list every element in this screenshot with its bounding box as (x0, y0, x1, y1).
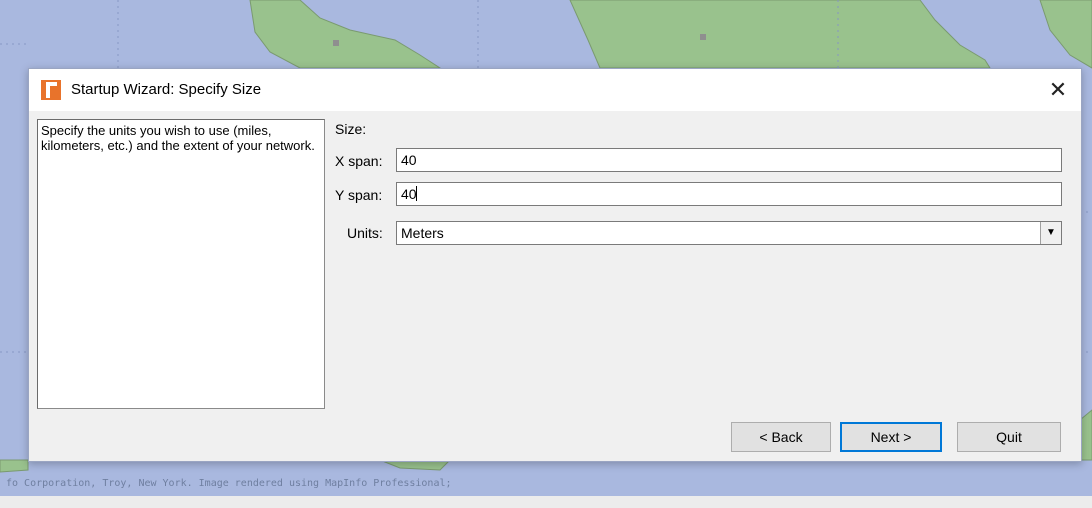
x-span-value: 40 (401, 152, 417, 168)
text-cursor (415, 186, 417, 201)
chevron-down-icon[interactable]: ▼ (1040, 222, 1061, 244)
next-button[interactable]: Next > (840, 422, 942, 452)
status-strip (0, 496, 1092, 508)
units-label: Units: (347, 225, 383, 241)
size-heading: Size: (335, 121, 367, 137)
close-button[interactable]: ✕ (1035, 69, 1081, 111)
y-span-input[interactable]: 40 (396, 182, 1062, 206)
dialog-title: Startup Wizard: Specify Size (71, 81, 262, 98)
x-span-input[interactable]: 40 (396, 148, 1062, 172)
y-span-label: Y span: (335, 187, 383, 203)
y-span-value: 40 (401, 186, 417, 202)
quit-button[interactable]: Quit (957, 422, 1061, 452)
description-panel: Specify the units you wish to use (miles… (37, 119, 325, 409)
dialog-titlebar[interactable]: Startup Wizard: Specify Size ✕ (29, 69, 1081, 111)
map-credit: fo Corporation, Troy, New York. Image re… (6, 478, 452, 489)
units-select[interactable]: Meters ▼ (396, 221, 1062, 245)
back-button[interactable]: < Back (731, 422, 831, 452)
units-value: Meters (401, 225, 444, 241)
close-icon: ✕ (1048, 77, 1068, 102)
x-span-label: X span: (335, 153, 383, 169)
startup-wizard-dialog: Startup Wizard: Specify Size ✕ Specify t… (28, 68, 1082, 462)
mapinfo-icon (41, 80, 61, 100)
